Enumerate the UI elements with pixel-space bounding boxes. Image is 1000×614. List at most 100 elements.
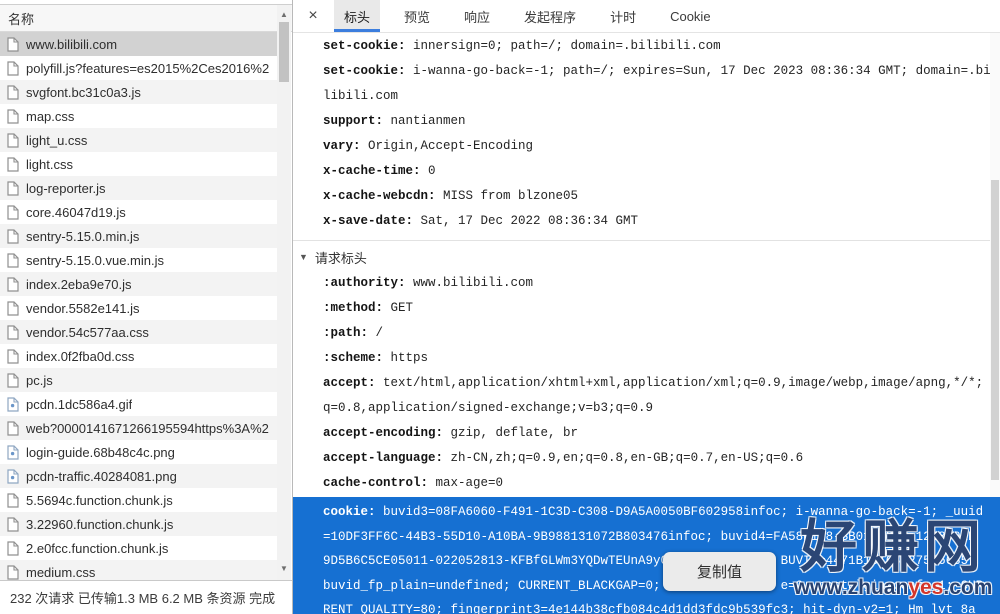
- request-name: www.bilibili.com: [26, 36, 118, 52]
- request-name: login-guide.68b48c4c.png: [26, 444, 175, 460]
- request-row[interactable]: index.2eba9e70.js: [0, 272, 277, 296]
- header-name: set-cookie:: [323, 64, 406, 78]
- request-headers-list: :authority: www.bilibili.com:method: GET…: [293, 271, 990, 497]
- name-column-header[interactable]: 名称: [0, 5, 292, 32]
- request-row[interactable]: 2.e0fcc.function.chunk.js: [0, 536, 277, 560]
- request-headers-section-toggle[interactable]: ▼ 请求标头: [293, 243, 367, 271]
- right-scrollbar-thumb[interactable]: [991, 180, 999, 480]
- request-row[interactable]: log-reporter.js: [0, 176, 277, 200]
- right-scrollbar[interactable]: [990, 33, 1000, 497]
- document-file-icon: [7, 324, 19, 340]
- request-row[interactable]: core.46047d19.js: [0, 200, 277, 224]
- header-name: x-cache-webcdn:: [323, 189, 436, 203]
- request-row[interactable]: index.0f2fba0d.css: [0, 344, 277, 368]
- image-file-icon: [7, 396, 19, 412]
- file-list: www.bilibili.com polyfill.js?features=es2…: [0, 32, 277, 580]
- request-name: medium.css: [26, 564, 96, 580]
- scroll-up-icon[interactable]: ▲: [277, 7, 291, 21]
- document-file-icon: [7, 564, 19, 580]
- document-file-icon: [7, 276, 19, 292]
- request-name: vendor.5582e141.js: [26, 300, 140, 316]
- header-row: cookie: buvid3=08FA6060-F491-1C3D-C308-D…: [293, 500, 1000, 525]
- request-row[interactable]: svgfont.bc31c0a3.js: [0, 80, 277, 104]
- request-row[interactable]: sentry-5.15.0.vue.min.js: [0, 248, 277, 272]
- header-row: accept: text/html,application/xhtml+xml,…: [293, 371, 990, 396]
- copy-value-button[interactable]: 复制值: [663, 552, 776, 591]
- header-value: zh-CN,zh;q=0.9,en;q=0.8,en-GB;q=0.7,en-U…: [443, 451, 804, 465]
- request-row[interactable]: web?0000141671266195594https%3A%2: [0, 416, 277, 440]
- header-value: 9D5B6C5CE05011-022052813-KFBfGLWm3YQDwTE…: [323, 554, 976, 568]
- header-value: buvid_fp_plain=undefined; CURRENT_BLACKG…: [323, 578, 984, 593]
- document-file-icon: [7, 108, 19, 124]
- scroll-down-icon[interactable]: ▼: [277, 561, 291, 575]
- request-row[interactable]: vendor.54c577aa.css: [0, 320, 277, 344]
- tab-cookie[interactable]: Cookie: [660, 0, 720, 32]
- header-value: buvid3=08FA6060-F491-1C3D-C308-D9A5A0050…: [375, 505, 984, 519]
- document-file-icon: [7, 84, 19, 100]
- request-row[interactable]: pc.js: [0, 368, 277, 392]
- header-value: q=0.8,application/signed-exchange;v=b3;q…: [323, 401, 654, 415]
- header-value: max-age=0: [428, 476, 504, 490]
- header-name: accept-encoding:: [323, 426, 444, 440]
- header-value: i-wanna-go-back=-1; path=/; expires=Sun,…: [405, 64, 990, 78]
- header-value: =10DF3FF6C-44B3-55D10-A10BA-9B988131072B…: [323, 529, 976, 544]
- header-name: set-cookie:: [323, 39, 406, 53]
- request-row[interactable]: 5.5694c.function.chunk.js: [0, 488, 277, 512]
- tab-headers[interactable]: 标头: [334, 0, 381, 32]
- request-row[interactable]: light.css: [0, 152, 277, 176]
- request-name: pcdn.1dc586a4.gif: [26, 396, 133, 412]
- section-divider: [293, 240, 1000, 241]
- collapse-triangle-icon: ▼: [299, 252, 308, 262]
- name-column-label: 名称: [8, 11, 35, 27]
- request-row[interactable]: map.css: [0, 104, 277, 128]
- tab-preview[interactable]: 预览: [394, 0, 440, 32]
- request-row[interactable]: polyfill.js?features=es2015%2Ces2016%2: [0, 56, 277, 80]
- header-value: GET: [383, 301, 414, 315]
- header-value: text/html,application/xhtml+xml,applicat…: [375, 376, 984, 390]
- document-file-icon: [7, 492, 19, 508]
- tab-initiator[interactable]: 发起程序: [514, 0, 586, 32]
- header-row: vary: Origin,Accept-Encoding: [293, 134, 990, 159]
- header-name: :method:: [323, 301, 384, 315]
- header-row: accept-language: zh-CN,zh;q=0.9,en;q=0.8…: [293, 446, 990, 471]
- request-row[interactable]: pcdn-traffic.40284081.png: [0, 464, 277, 488]
- header-row: 9D5B6C5CE05011-022052813-KFBfGLWm3YQDwTE…: [293, 549, 1000, 574]
- header-value: Origin,Accept-Encoding: [360, 139, 534, 153]
- request-name: sentry-5.15.0.vue.min.js: [26, 252, 165, 268]
- request-headers-section-label: 请求标头: [314, 250, 367, 266]
- header-value: Sat, 17 Dec 2022 08:36:34 GMT: [413, 214, 639, 228]
- header-name: accept-language:: [323, 451, 444, 465]
- header-name: x-cache-time:: [323, 164, 421, 178]
- request-details-panel: × 标头 预览 响应 发起程序 计时 Cookie set-cookie: in…: [293, 0, 1000, 614]
- request-row[interactable]: light_u.css: [0, 128, 277, 152]
- close-icon[interactable]: ×: [299, 0, 327, 32]
- request-row[interactable]: www.bilibili.com: [0, 32, 277, 56]
- document-file-icon: [7, 372, 19, 388]
- header-row: x-save-date: Sat, 17 Dec 2022 08:36:34 G…: [293, 209, 990, 234]
- header-row: RENT_QUALITY=80; fingerprint3=4e144b38cf…: [293, 598, 1000, 614]
- request-row[interactable]: vendor.5582e141.js: [0, 296, 277, 320]
- details-tabbar: × 标头 预览 响应 发起程序 计时 Cookie: [293, 0, 1000, 33]
- header-row: cache-control: max-age=0: [293, 471, 990, 496]
- request-row[interactable]: pcdn.1dc586a4.gif: [0, 392, 277, 416]
- request-row[interactable]: login-guide.68b48c4c.png: [0, 440, 277, 464]
- left-scrollbar[interactable]: ▲ ▼: [277, 5, 291, 580]
- request-row[interactable]: sentry-5.15.0.min.js: [0, 224, 277, 248]
- header-row: q=0.8,application/signed-exchange;v=b3;q…: [293, 396, 990, 421]
- header-name: :path:: [323, 326, 369, 340]
- header-value: www.bilibili.com: [405, 276, 534, 290]
- request-row[interactable]: medium.css: [0, 560, 277, 580]
- header-row: :path: /: [293, 321, 990, 346]
- tab-timing[interactable]: 计时: [600, 0, 646, 32]
- document-file-icon: [7, 516, 19, 532]
- header-value: /: [368, 326, 384, 340]
- header-row: :scheme: https: [293, 346, 990, 371]
- request-name: sentry-5.15.0.min.js: [26, 228, 140, 244]
- left-scrollbar-thumb[interactable]: [279, 22, 289, 82]
- document-file-icon: [7, 300, 19, 316]
- header-value: gzip, deflate, br: [443, 426, 579, 440]
- request-row[interactable]: 3.22960.function.chunk.js: [0, 512, 277, 536]
- tab-response[interactable]: 响应: [454, 0, 500, 32]
- cookie-header-selection[interactable]: cookie: buvid3=08FA6060-F491-1C3D-C308-D…: [293, 497, 1000, 614]
- request-name: vendor.54c577aa.css: [26, 324, 149, 340]
